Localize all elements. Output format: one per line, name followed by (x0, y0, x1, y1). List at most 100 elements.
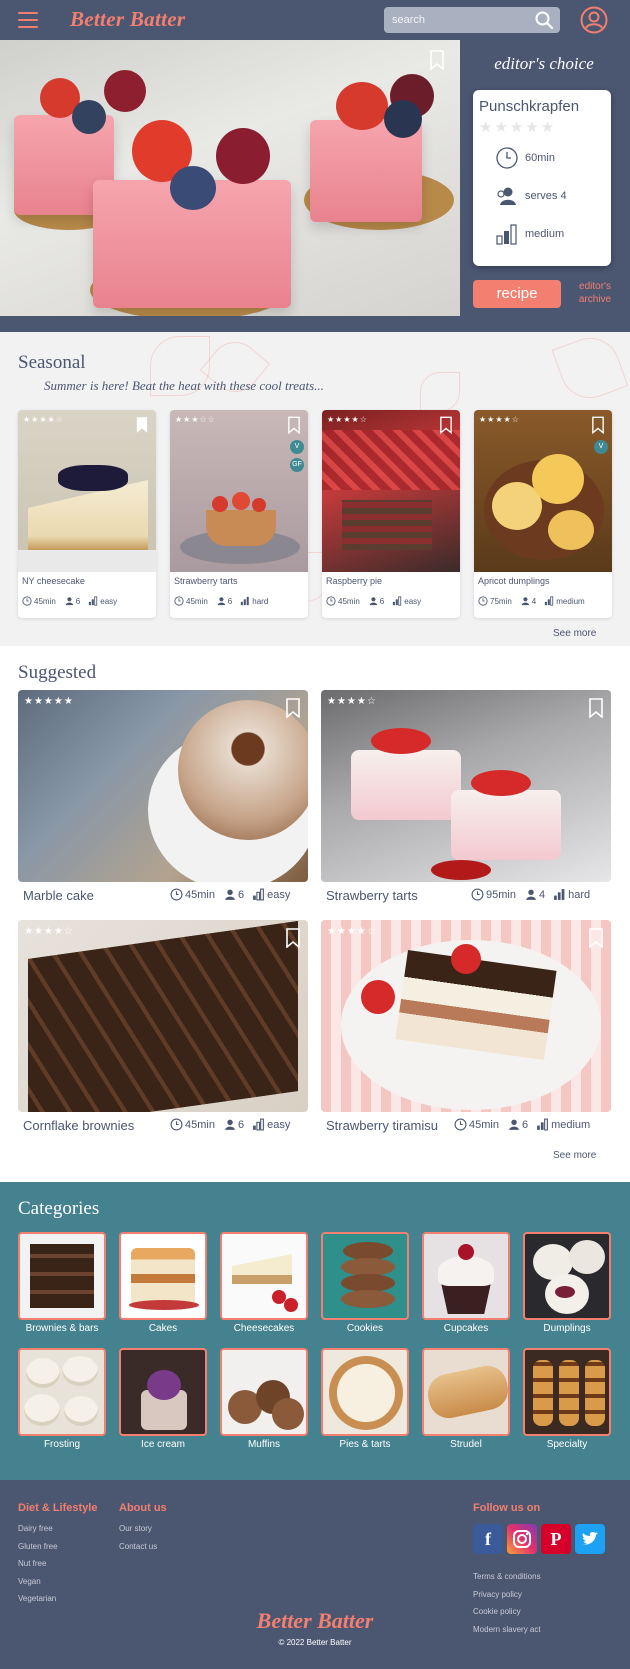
bookmark-icon[interactable] (286, 928, 300, 948)
suggested-card[interactable]: ★★★★☆ Strawberry tarts 95min 4 hard (321, 690, 611, 906)
people-icon (497, 187, 516, 205)
clock-icon (326, 596, 336, 606)
recipe-meta: 95min 4 hard (471, 888, 590, 901)
editors-archive-link[interactable]: editor's archive (570, 280, 620, 306)
footer-link-privacy[interactable]: Privacy policy (473, 1590, 522, 1599)
recipe-button[interactable]: recipe (473, 280, 561, 308)
category-image (523, 1232, 611, 1320)
recipe-name: Cornflake brownies (23, 1118, 135, 1133)
copyright-text: © 2022 Better Batter (278, 1638, 352, 1647)
bookmark-icon[interactable] (589, 698, 603, 718)
recipe-image: ★★★★☆ (322, 410, 460, 572)
bookmark-icon[interactable] (286, 698, 300, 718)
category-specialty[interactable]: Specialty (523, 1348, 611, 1450)
seasonal-card[interactable]: ★★★☆☆ V GF Strawberry tarts 45min 6 hard (170, 410, 308, 618)
twitter-icon[interactable] (575, 1524, 605, 1554)
instagram-icon[interactable] (507, 1524, 537, 1554)
footer-follow-heading: Follow us on (473, 1502, 541, 1514)
footer-link-gluten-free[interactable]: Gluten free (18, 1542, 58, 1551)
bookmark-icon[interactable] (440, 416, 452, 434)
footer-link-vegan[interactable]: Vegan (18, 1577, 41, 1586)
hero-image[interactable] (0, 40, 460, 316)
people-icon (225, 889, 235, 900)
difficulty-row: medium (495, 222, 564, 246)
category-cakes[interactable]: Cakes (119, 1232, 207, 1334)
category-pies-tarts[interactable]: Pies & tarts (321, 1348, 409, 1450)
search-input[interactable] (392, 12, 522, 28)
clock-icon (471, 888, 484, 901)
category-image (220, 1348, 308, 1436)
vegan-badge: V (594, 440, 608, 454)
difficulty-icon (241, 596, 249, 606)
pinterest-icon[interactable]: P (541, 1524, 571, 1554)
category-image (321, 1348, 409, 1436)
people-icon (225, 1119, 235, 1130)
seasonal-see-more-link[interactable]: See more (553, 628, 596, 639)
people-icon (521, 597, 529, 606)
footer-link-dairy-free[interactable]: Dairy free (18, 1524, 53, 1533)
clock-icon (454, 1118, 467, 1131)
search-bar[interactable] (384, 7, 560, 33)
bookmark-icon[interactable] (136, 416, 148, 434)
bookmark-icon[interactable] (430, 50, 444, 70)
gluten-free-badge: GF (290, 458, 304, 472)
suggested-see-more-link[interactable]: See more (553, 1150, 596, 1161)
category-frosting[interactable]: Frosting (18, 1348, 106, 1450)
categories-section: Categories Brownies & bars Cakes Cheesec… (0, 1182, 630, 1480)
bookmark-icon[interactable] (592, 416, 604, 434)
category-image (18, 1232, 106, 1320)
footer-link-our-story[interactable]: Our story (119, 1524, 152, 1533)
clock-icon (170, 888, 183, 901)
category-muffins[interactable]: Muffins (220, 1348, 308, 1450)
recipe-name: Raspberry pie (326, 576, 383, 586)
recipe-meta: 45min 6 easy (22, 596, 125, 606)
footer-link-vegetarian[interactable]: Vegetarian (18, 1594, 56, 1603)
recipe-name: Apricot dumplings (478, 576, 550, 586)
recipe-meta: 45min 6 medium (454, 1118, 590, 1131)
suggested-title: Suggested (18, 662, 97, 683)
seasonal-card[interactable]: ★★★★☆ Raspberry pie 45min 6 easy (322, 410, 460, 618)
editors-choice-card[interactable]: Punschkrapfen ★★★★★ 60min serves 4 mediu… (473, 90, 611, 266)
category-ice-cream[interactable]: Ice cream (119, 1348, 207, 1450)
category-image (422, 1232, 510, 1320)
people-icon (65, 597, 73, 606)
clock-icon (478, 596, 488, 606)
menu-icon[interactable] (18, 12, 38, 28)
footer-link-contact-us[interactable]: Contact us (119, 1542, 157, 1551)
difficulty-icon (537, 1118, 549, 1131)
seasonal-section: Seasonal Summer is here! Beat the heat w… (0, 332, 630, 646)
category-image (321, 1232, 409, 1320)
footer-logo[interactable]: Better Batter (0, 1608, 630, 1634)
category-strudel[interactable]: Strudel (422, 1348, 510, 1450)
search-icon[interactable] (534, 10, 554, 30)
bookmark-icon[interactable] (288, 416, 300, 434)
recipe-image: ★★★★☆ (321, 920, 611, 1112)
facebook-icon[interactable]: f (473, 1524, 503, 1554)
category-dumplings[interactable]: Dumplings (523, 1232, 611, 1334)
suggested-card[interactable]: ★★★★★ Marble cake 45min 6 easy (18, 690, 308, 906)
suggested-card[interactable]: ★★★★☆ Cornflake brownies 45min 6 easy (18, 920, 308, 1136)
category-cheesecakes[interactable]: Cheesecakes (220, 1232, 308, 1334)
recipe-image: ★★★★☆ (18, 920, 308, 1112)
clock-icon (174, 596, 184, 606)
recipe-image: ★★★★☆ (321, 690, 611, 882)
footer-link-terms[interactable]: Terms & conditions (473, 1572, 541, 1581)
site-logo[interactable]: Better Batter (70, 7, 185, 32)
seasonal-card[interactable]: ★★★★☆ V Apricot dumplings 75min 4 medium (474, 410, 612, 618)
category-brownies[interactable]: Brownies & bars (18, 1232, 106, 1334)
footer-about-heading: About us (119, 1502, 167, 1514)
recipe-name: Strawberry tiramisu (326, 1118, 438, 1133)
categories-title: Categories (18, 1198, 100, 1219)
footer-link-nut-free[interactable]: Nut free (18, 1559, 46, 1568)
bookmark-icon[interactable] (589, 928, 603, 948)
recipe-image: ★★★☆☆ V GF (170, 410, 308, 572)
people-icon (369, 597, 377, 606)
category-cupcakes[interactable]: Cupcakes (422, 1232, 510, 1334)
user-account-icon[interactable] (580, 6, 608, 34)
seasonal-title: Seasonal (18, 352, 86, 373)
recipe-image: ★★★★☆ (18, 410, 156, 572)
category-cookies[interactable]: Cookies (321, 1232, 409, 1334)
recipe-meta: 45min 6 hard (174, 596, 276, 606)
suggested-card[interactable]: ★★★★☆ Strawberry tiramisu 45min 6 medium (321, 920, 611, 1136)
seasonal-card[interactable]: ★★★★☆ NY cheesecake 45min 6 easy (18, 410, 156, 618)
